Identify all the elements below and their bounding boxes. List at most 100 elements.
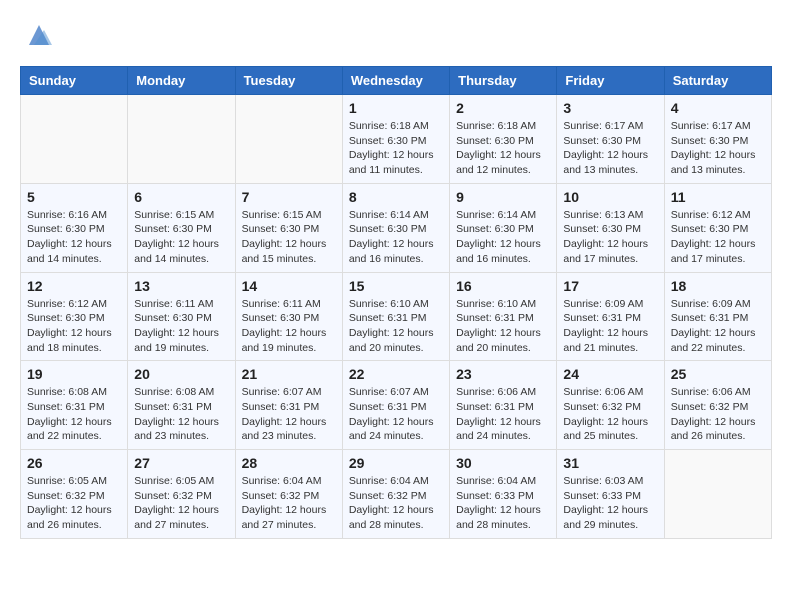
day-info: Sunrise: 6:04 AM Sunset: 6:33 PM Dayligh… bbox=[456, 474, 550, 533]
calendar-cell: 7Sunrise: 6:15 AM Sunset: 6:30 PM Daylig… bbox=[235, 183, 342, 272]
calendar-cell: 5 Sunrise: 6:16 AM Sunset: 6:30 PM Daylig… bbox=[21, 183, 128, 272]
weekday-header-friday: Friday bbox=[557, 67, 664, 95]
day-number: 31 bbox=[563, 455, 657, 471]
calendar-cell: 20 Sunrise: 6:08 AM Sunset: 6:31 PM Dayli… bbox=[128, 361, 235, 450]
day-info: Sunrise: 6:14 AM Sunset: 6:30 PM Dayligh… bbox=[349, 208, 443, 267]
day-number: 26 bbox=[27, 455, 121, 471]
calendar-cell: 10Sunrise: 6:13 AM Sunset: 6:30 PM Dayli… bbox=[557, 183, 664, 272]
day-number: 19 bbox=[27, 366, 121, 382]
calendar-cell: 2 Sunrise: 6:18 AM Sunset: 6:30 PM Daylig… bbox=[450, 95, 557, 184]
day-info: Sunrise: 6:12 AM Sunset: 6:30 PM Dayligh… bbox=[27, 297, 121, 356]
day-number: 5 bbox=[27, 189, 121, 205]
day-number: 14 bbox=[242, 278, 336, 294]
day-info: Sunrise: 6:18 AM Sunset: 6:30 PM Dayligh… bbox=[456, 119, 550, 178]
day-number: 20 bbox=[134, 366, 228, 382]
day-info: Sunrise: 6:07 AM Sunset: 6:31 PM Dayligh… bbox=[242, 385, 336, 444]
day-info: Sunrise: 6:06 AM Sunset: 6:32 PM Dayligh… bbox=[671, 385, 765, 444]
calendar-cell: 11 Sunrise: 6:12 AM Sunset: 6:30 PM Dayli… bbox=[664, 183, 771, 272]
calendar-table: SundayMondayTuesdayWednesdayThursdayFrid… bbox=[20, 66, 772, 539]
day-info: Sunrise: 6:04 AM Sunset: 6:32 PM Dayligh… bbox=[349, 474, 443, 533]
calendar-cell: 30 Sunrise: 6:04 AM Sunset: 6:33 PM Dayli… bbox=[450, 450, 557, 539]
day-info: Sunrise: 6:05 AM Sunset: 6:32 PM Dayligh… bbox=[27, 474, 121, 533]
day-info: Sunrise: 6:17 AM Sunset: 6:30 PM Dayligh… bbox=[671, 119, 765, 178]
day-number: 25 bbox=[671, 366, 765, 382]
calendar-cell bbox=[128, 95, 235, 184]
calendar-cell bbox=[21, 95, 128, 184]
day-number: 12 bbox=[27, 278, 121, 294]
day-info: Sunrise: 6:08 AM Sunset: 6:31 PM Dayligh… bbox=[27, 385, 121, 444]
day-number: 1 bbox=[349, 100, 443, 116]
day-number: 24 bbox=[563, 366, 657, 382]
day-info: Sunrise: 6:16 AM Sunset: 6:30 PM Dayligh… bbox=[27, 208, 121, 267]
day-number: 28 bbox=[242, 455, 336, 471]
calendar-cell: 23 Sunrise: 6:06 AM Sunset: 6:31 PM Dayli… bbox=[450, 361, 557, 450]
week-row-5: 26 Sunrise: 6:05 AM Sunset: 6:32 PM Dayli… bbox=[21, 450, 772, 539]
week-row-2: 5 Sunrise: 6:16 AM Sunset: 6:30 PM Daylig… bbox=[21, 183, 772, 272]
day-info: Sunrise: 6:13 AM Sunset: 6:30 PM Dayligh… bbox=[563, 208, 657, 267]
day-info: Sunrise: 6:05 AM Sunset: 6:32 PM Dayligh… bbox=[134, 474, 228, 533]
day-info: Sunrise: 6:11 AM Sunset: 6:30 PM Dayligh… bbox=[134, 297, 228, 356]
calendar-cell: 15 Sunrise: 6:10 AM Sunset: 6:31 PM Dayli… bbox=[342, 272, 449, 361]
day-number: 15 bbox=[349, 278, 443, 294]
day-info: Sunrise: 6:15 AM Sunset: 6:30 PM Dayligh… bbox=[242, 208, 336, 267]
day-info: Sunrise: 6:08 AM Sunset: 6:31 PM Dayligh… bbox=[134, 385, 228, 444]
calendar-cell: 17Sunrise: 6:09 AM Sunset: 6:31 PM Dayli… bbox=[557, 272, 664, 361]
calendar-cell: 19 Sunrise: 6:08 AM Sunset: 6:31 PM Dayli… bbox=[21, 361, 128, 450]
page-header bbox=[20, 20, 772, 50]
day-number: 11 bbox=[671, 189, 765, 205]
weekday-header-thursday: Thursday bbox=[450, 67, 557, 95]
calendar-cell: 21 Sunrise: 6:07 AM Sunset: 6:31 PM Dayli… bbox=[235, 361, 342, 450]
day-number: 29 bbox=[349, 455, 443, 471]
week-row-1: 1 Sunrise: 6:18 AM Sunset: 6:30 PM Daylig… bbox=[21, 95, 772, 184]
logo bbox=[20, 20, 54, 50]
day-info: Sunrise: 6:10 AM Sunset: 6:31 PM Dayligh… bbox=[349, 297, 443, 356]
day-number: 4 bbox=[671, 100, 765, 116]
day-number: 21 bbox=[242, 366, 336, 382]
calendar-cell: 25 Sunrise: 6:06 AM Sunset: 6:32 PM Dayli… bbox=[664, 361, 771, 450]
calendar-cell: 24Sunrise: 6:06 AM Sunset: 6:32 PM Dayli… bbox=[557, 361, 664, 450]
day-info: Sunrise: 6:03 AM Sunset: 6:33 PM Dayligh… bbox=[563, 474, 657, 533]
calendar-cell bbox=[664, 450, 771, 539]
day-info: Sunrise: 6:11 AM Sunset: 6:30 PM Dayligh… bbox=[242, 297, 336, 356]
day-info: Sunrise: 6:07 AM Sunset: 6:31 PM Dayligh… bbox=[349, 385, 443, 444]
day-info: Sunrise: 6:04 AM Sunset: 6:32 PM Dayligh… bbox=[242, 474, 336, 533]
weekday-header-wednesday: Wednesday bbox=[342, 67, 449, 95]
day-info: Sunrise: 6:12 AM Sunset: 6:30 PM Dayligh… bbox=[671, 208, 765, 267]
calendar-cell: 31 Sunrise: 6:03 AM Sunset: 6:33 PM Dayli… bbox=[557, 450, 664, 539]
day-info: Sunrise: 6:10 AM Sunset: 6:31 PM Dayligh… bbox=[456, 297, 550, 356]
calendar-cell: 6 Sunrise: 6:15 AM Sunset: 6:30 PM Daylig… bbox=[128, 183, 235, 272]
weekday-header-sunday: Sunday bbox=[21, 67, 128, 95]
day-number: 13 bbox=[134, 278, 228, 294]
day-info: Sunrise: 6:09 AM Sunset: 6:31 PM Dayligh… bbox=[671, 297, 765, 356]
day-number: 23 bbox=[456, 366, 550, 382]
calendar-cell: 4 Sunrise: 6:17 AM Sunset: 6:30 PM Daylig… bbox=[664, 95, 771, 184]
day-number: 6 bbox=[134, 189, 228, 205]
day-number: 16 bbox=[456, 278, 550, 294]
day-info: Sunrise: 6:14 AM Sunset: 6:30 PM Dayligh… bbox=[456, 208, 550, 267]
calendar-cell: 22 Sunrise: 6:07 AM Sunset: 6:31 PM Dayli… bbox=[342, 361, 449, 450]
day-info: Sunrise: 6:15 AM Sunset: 6:30 PM Dayligh… bbox=[134, 208, 228, 267]
day-number: 22 bbox=[349, 366, 443, 382]
day-number: 30 bbox=[456, 455, 550, 471]
week-row-4: 19 Sunrise: 6:08 AM Sunset: 6:31 PM Dayli… bbox=[21, 361, 772, 450]
calendar-cell: 13 Sunrise: 6:11 AM Sunset: 6:30 PM Dayli… bbox=[128, 272, 235, 361]
calendar-cell: 1Sunrise: 6:18 AM Sunset: 6:30 PM Daylig… bbox=[342, 95, 449, 184]
day-number: 9 bbox=[456, 189, 550, 205]
calendar-cell: 28 Sunrise: 6:04 AM Sunset: 6:32 PM Dayli… bbox=[235, 450, 342, 539]
day-number: 8 bbox=[349, 189, 443, 205]
day-number: 27 bbox=[134, 455, 228, 471]
day-number: 18 bbox=[671, 278, 765, 294]
calendar-cell: 12 Sunrise: 6:12 AM Sunset: 6:30 PM Dayli… bbox=[21, 272, 128, 361]
weekday-header-tuesday: Tuesday bbox=[235, 67, 342, 95]
week-row-3: 12 Sunrise: 6:12 AM Sunset: 6:30 PM Dayli… bbox=[21, 272, 772, 361]
day-info: Sunrise: 6:09 AM Sunset: 6:31 PM Dayligh… bbox=[563, 297, 657, 356]
calendar-cell: 8 Sunrise: 6:14 AM Sunset: 6:30 PM Daylig… bbox=[342, 183, 449, 272]
day-number: 2 bbox=[456, 100, 550, 116]
calendar-cell: 26 Sunrise: 6:05 AM Sunset: 6:32 PM Dayli… bbox=[21, 450, 128, 539]
day-number: 3 bbox=[563, 100, 657, 116]
logo-icon bbox=[24, 20, 54, 50]
weekday-header-monday: Monday bbox=[128, 67, 235, 95]
day-info: Sunrise: 6:06 AM Sunset: 6:31 PM Dayligh… bbox=[456, 385, 550, 444]
weekday-header-row: SundayMondayTuesdayWednesdayThursdayFrid… bbox=[21, 67, 772, 95]
weekday-header-saturday: Saturday bbox=[664, 67, 771, 95]
